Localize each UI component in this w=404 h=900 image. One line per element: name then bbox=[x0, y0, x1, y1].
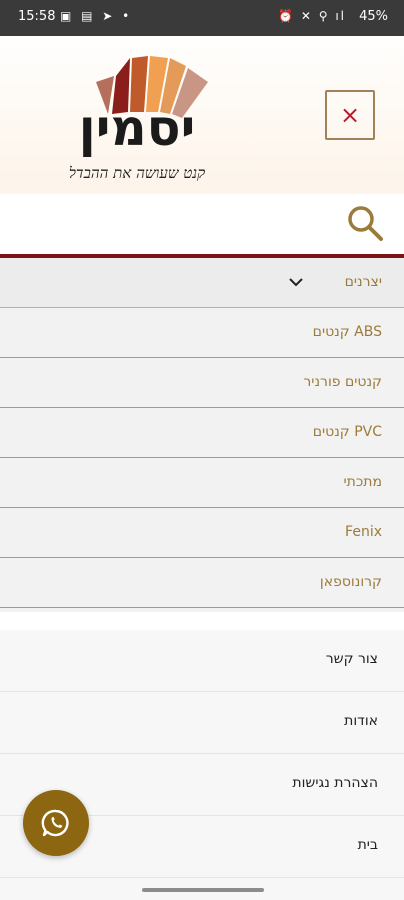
submenu-item-veneer[interactable]: קנטים פורניר bbox=[0, 358, 404, 408]
menu-item-contact[interactable]: צור קשר bbox=[0, 630, 404, 692]
submenu-item-label: Fenix bbox=[345, 524, 382, 540]
status-bar: 15:58 ▣ ▤ ➤ • ⏰ ✕ ⚲ ıl 45% bbox=[0, 0, 404, 36]
close-icon: × bbox=[339, 101, 361, 129]
whatsapp-button[interactable] bbox=[23, 790, 89, 856]
chevron-down-icon[interactable] bbox=[288, 275, 304, 289]
menu-item-label: הצהרת נגישות bbox=[292, 775, 378, 791]
menu-item-label: בית bbox=[357, 837, 378, 853]
battery-level: 45% bbox=[359, 9, 388, 24]
menu-item-label: אודות bbox=[344, 713, 378, 729]
search-row bbox=[0, 194, 404, 254]
submenu-item-label: ABS קנטים bbox=[312, 324, 382, 340]
submenu-item-label: מתכתי bbox=[343, 474, 382, 490]
close-menu-button[interactable]: × bbox=[325, 90, 375, 140]
manufacturers-submenu: יצרנים ABS קנטים קנטים פורניר PVC קנטים … bbox=[0, 258, 404, 612]
submenu-item-fenix[interactable]: Fenix bbox=[0, 508, 404, 558]
header: × יסמין קנט שעושה את ההבדל bbox=[0, 36, 404, 194]
gesture-nav-handle[interactable] bbox=[142, 888, 264, 892]
logo-tagline: קנט שעושה את ההבדל bbox=[68, 164, 206, 182]
submenu-item-kronospan[interactable]: קרונוספאן bbox=[0, 558, 404, 608]
logo-wordmark: יסמין bbox=[78, 99, 196, 157]
menu-item-label: צור קשר bbox=[325, 651, 378, 667]
status-right-icons: ⏰ ✕ ⚲ ıl bbox=[278, 9, 346, 23]
submenu-toggle[interactable]: יצרנים bbox=[0, 258, 404, 308]
submenu-title: יצרנים bbox=[344, 274, 382, 290]
menu-item-about[interactable]: אודות bbox=[0, 692, 404, 754]
submenu-item-label: קנטים פורניר bbox=[303, 374, 382, 390]
submenu-item-label: קרונוספאן bbox=[319, 574, 382, 590]
main-menu: צור קשר אודות הצהרת נגישות בית bbox=[0, 630, 404, 900]
submenu-item-pvc[interactable]: PVC קנטים bbox=[0, 408, 404, 458]
logo[interactable]: יסמין קנט שעושה את ההבדל bbox=[46, 52, 228, 188]
whatsapp-icon bbox=[41, 809, 69, 837]
menu-gap bbox=[0, 612, 404, 630]
submenu-item-label: PVC קנטים bbox=[312, 424, 382, 440]
submenu-item-metallic[interactable]: מתכתי bbox=[0, 458, 404, 508]
search-icon[interactable] bbox=[346, 204, 384, 242]
submenu-item-abs[interactable]: ABS קנטים bbox=[0, 308, 404, 358]
status-left-icons: ▣ ▤ ➤ • bbox=[60, 9, 133, 23]
status-time: 15:58 bbox=[18, 9, 56, 24]
